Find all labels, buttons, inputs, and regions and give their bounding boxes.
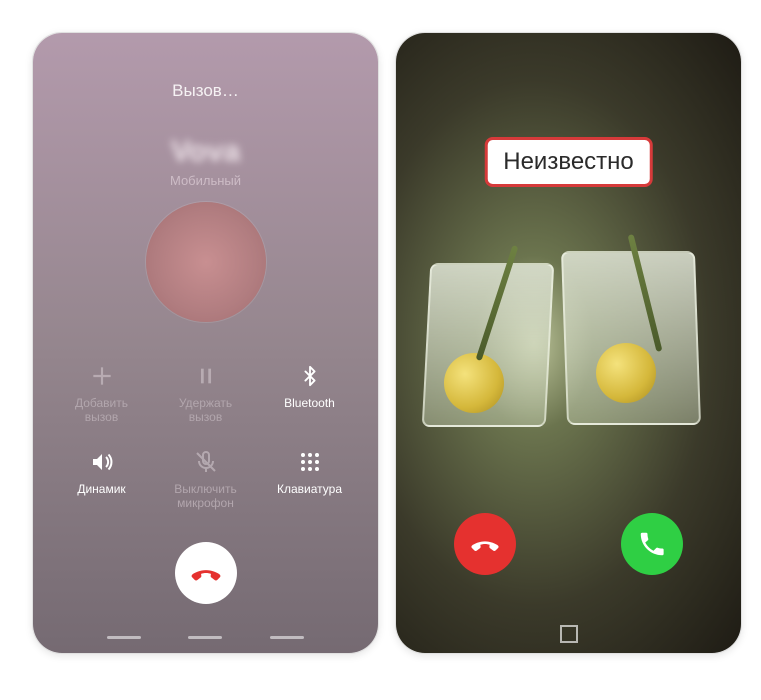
nav-back[interactable] [107,636,141,639]
incoming-call-screen: Неизвестно [396,33,741,653]
pause-icon [192,362,220,390]
call-screen: Вызов… Vova Мобильный Добавить вызов Уде… [33,33,378,653]
speaker-button[interactable]: Динамик [52,448,152,528]
accept-call-button[interactable] [621,513,683,575]
add-call-label: Добавить вызов [75,396,128,425]
mic-off-icon [192,448,220,476]
nav-home[interactable] [188,636,222,639]
system-nav-bar [33,629,378,645]
caller-type: Мобильный [170,173,241,188]
incoming-caller-label: Неизвестно [484,137,653,187]
decline-call-button[interactable] [454,513,516,575]
phone-icon [637,529,667,559]
bluetooth-icon [296,362,324,390]
plus-icon [88,362,116,390]
nav-home[interactable] [560,625,578,643]
keypad-label: Клавиатура [277,482,342,496]
phone-hangup-icon [189,556,223,590]
end-call-button[interactable] [175,542,237,604]
bluetooth-label: Bluetooth [284,396,335,410]
call-controls-grid: Добавить вызов Удержать вызов Bluetooth … [52,362,360,528]
keypad-button[interactable]: Клавиатура [260,448,360,528]
bluetooth-button[interactable]: Bluetooth [260,362,360,442]
system-nav-bar [396,625,741,643]
add-call-button[interactable]: Добавить вызов [52,362,152,442]
speaker-label: Динамик [77,482,125,496]
phone-incoming-call: Неизвестно [395,32,742,654]
phone-hangup-icon [469,528,501,560]
speaker-icon [88,448,116,476]
nav-recents[interactable] [270,636,304,639]
phone-outgoing-call: Вызов… Vova Мобильный Добавить вызов Уде… [32,32,379,654]
mute-label: Выключить микрофон [174,482,236,511]
mute-button[interactable]: Выключить микрофон [156,448,256,528]
call-status: Вызов… [172,81,239,101]
hold-call-button[interactable]: Удержать вызов [156,362,256,442]
caller-avatar [146,202,266,322]
keypad-icon [296,448,324,476]
hold-call-label: Удержать вызов [179,396,232,425]
caller-name: Vova [171,135,240,169]
bg-lemon [444,353,504,413]
bg-lemon [596,343,656,403]
